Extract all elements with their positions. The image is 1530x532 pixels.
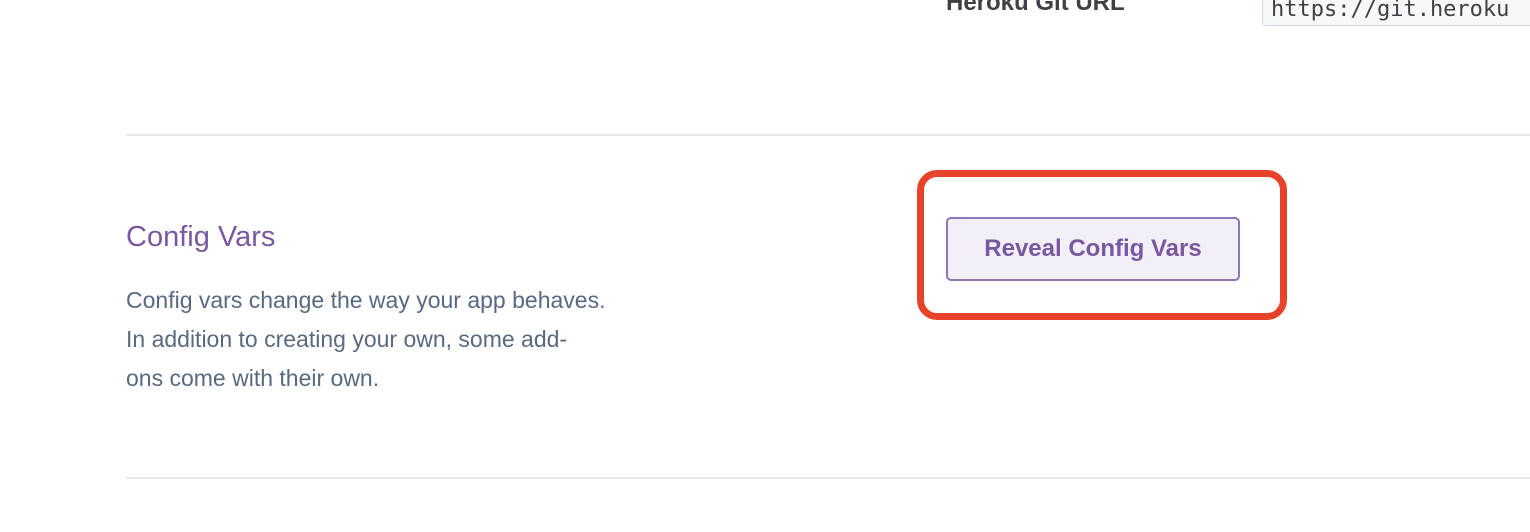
config-vars-description: Config vars change the way your app beha…	[126, 281, 686, 398]
config-vars-description-line: Config vars change the way your app beha…	[126, 287, 606, 313]
heroku-git-url-label: Heroku Git URL	[946, 0, 1125, 16]
config-vars-description-line: ons come with their own.	[126, 365, 380, 391]
config-vars-title: Config Vars	[126, 221, 276, 253]
config-vars-description-line: In addition to creating your own, some a…	[126, 326, 568, 352]
settings-page: Heroku Git URL https://git.heroku Config…	[0, 0, 1530, 532]
section-divider-top	[126, 134, 1530, 136]
reveal-config-vars-button[interactable]: Reveal Config Vars	[946, 217, 1240, 281]
section-divider-bottom	[126, 477, 1530, 479]
heroku-git-url-field[interactable]: https://git.heroku	[1262, 0, 1530, 26]
